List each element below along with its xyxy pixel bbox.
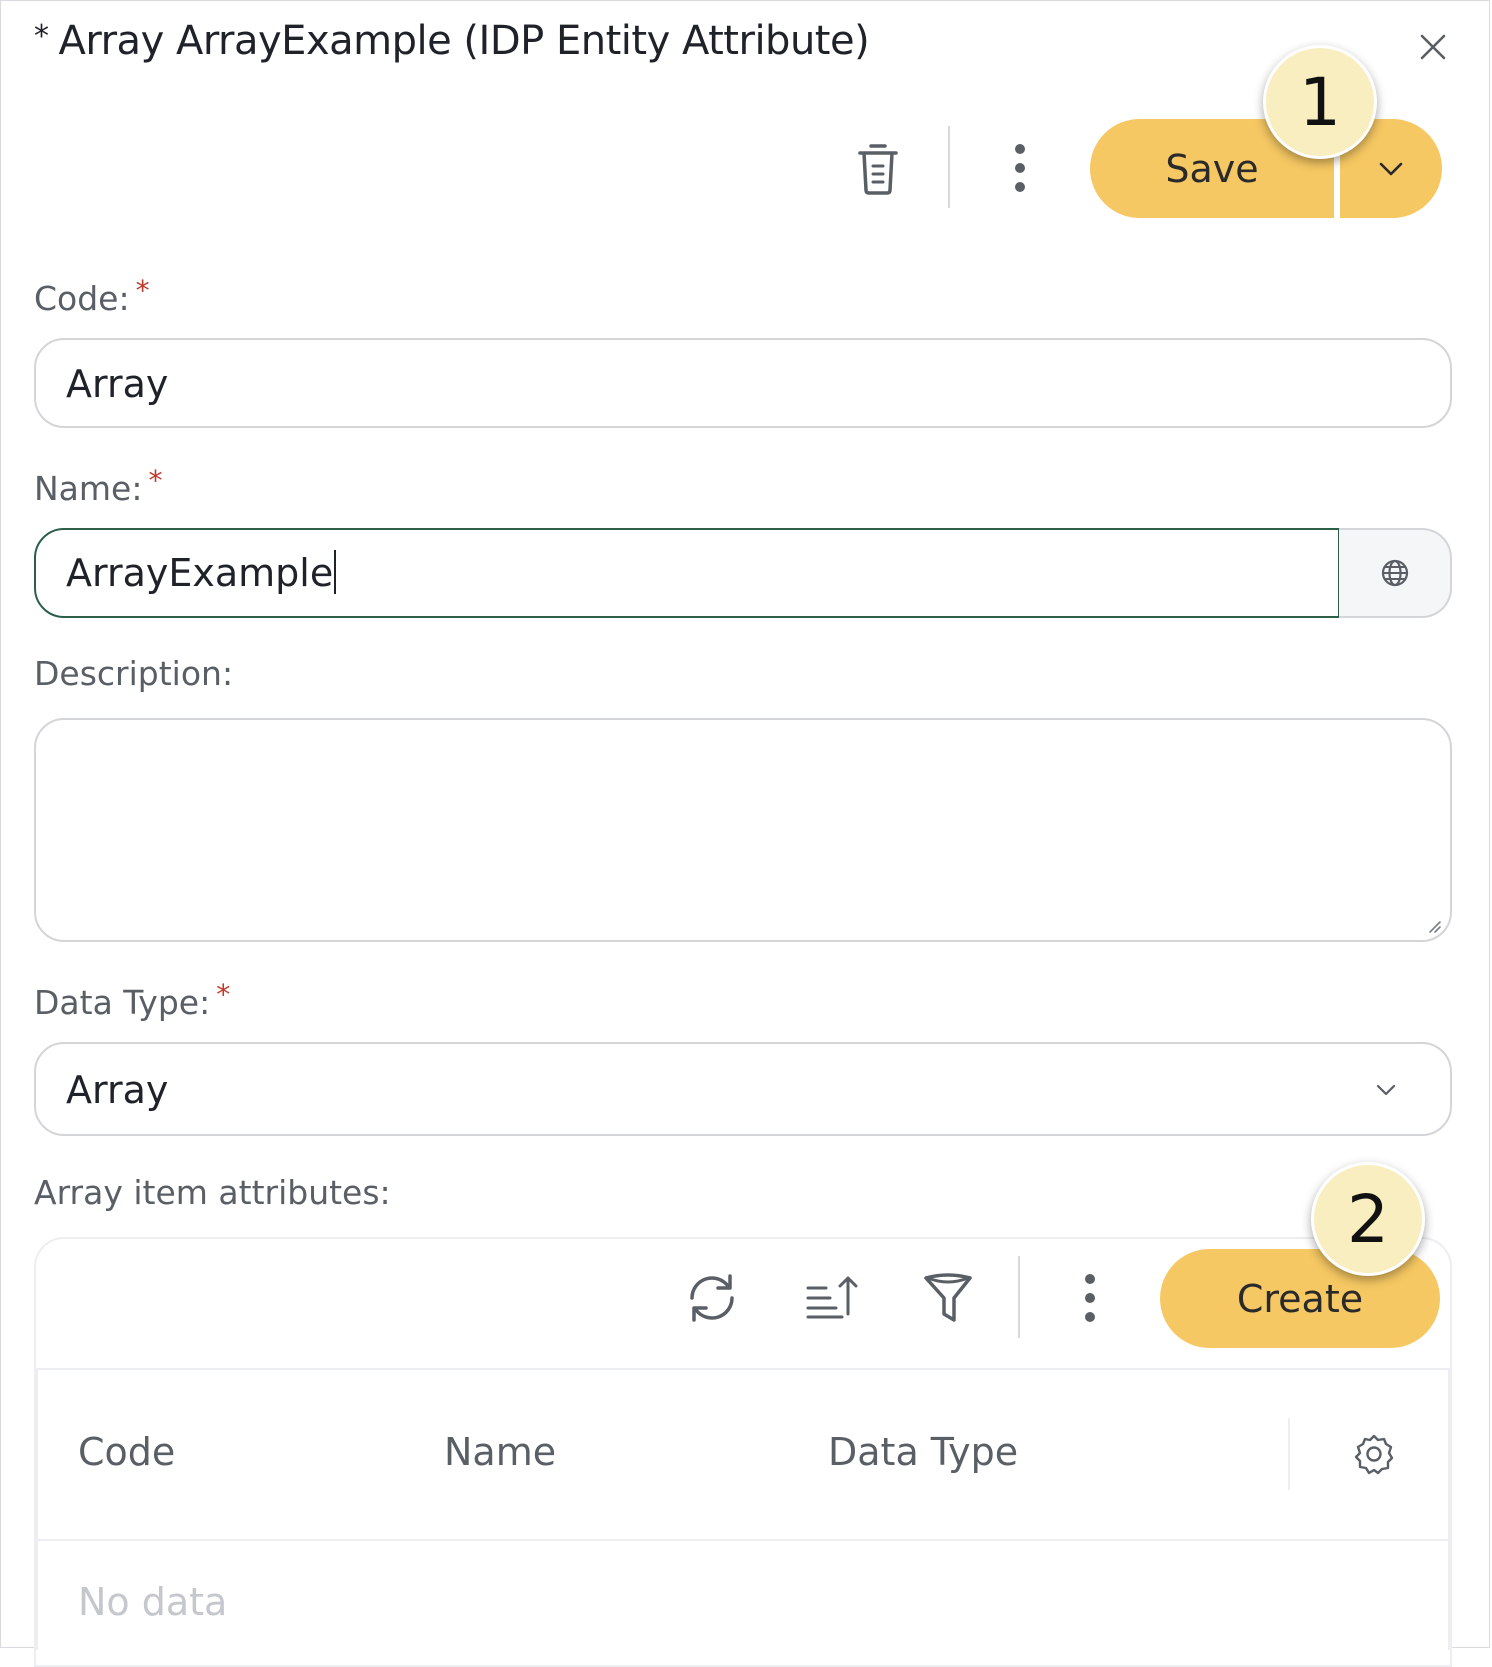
- name-field-text: ArrayExample: [66, 551, 334, 595]
- code-field[interactable]: Array: [34, 338, 1452, 428]
- globe-icon: [1381, 559, 1408, 587]
- data-type-value: Array: [66, 1068, 169, 1112]
- empty-state-text: No data: [78, 1580, 228, 1624]
- data-type-select[interactable]: Array: [34, 1042, 1452, 1136]
- unsaved-marker: *: [34, 19, 49, 54]
- table-toolbar-divider: [1018, 1256, 1020, 1338]
- sort-button[interactable]: [798, 1266, 862, 1330]
- refresh-icon: [690, 1274, 734, 1322]
- close-icon[interactable]: [1416, 30, 1450, 64]
- translations-button[interactable]: [1339, 528, 1452, 618]
- more-vertical-icon: [1015, 144, 1025, 192]
- code-label: Code: *: [34, 274, 150, 318]
- dialog-title: * Array ArrayExample (IDP Entity Attribut…: [34, 18, 870, 64]
- name-label-text: Name:: [34, 469, 143, 508]
- table-header-divider: [36, 1368, 1450, 1370]
- filter-button[interactable]: [916, 1266, 980, 1330]
- refresh-button[interactable]: [680, 1266, 744, 1330]
- column-settings-button[interactable]: [1350, 1430, 1398, 1478]
- more-vertical-icon: [1085, 1274, 1095, 1322]
- dialog-title-text: Array ArrayExample (IDP Entity Attribute…: [58, 18, 870, 64]
- chevron-down-icon: [1379, 162, 1403, 175]
- column-header-name[interactable]: Name: [444, 1430, 556, 1474]
- data-type-label: Data Type: *: [34, 978, 230, 1022]
- required-marker: *: [216, 978, 231, 1011]
- description-label: Description:: [34, 654, 234, 693]
- code-label-text: Code:: [34, 279, 130, 318]
- data-type-label-text: Data Type:: [34, 983, 211, 1022]
- table-border-left: [36, 1370, 38, 1650]
- required-marker: *: [135, 274, 150, 307]
- delete-button[interactable]: [848, 136, 908, 200]
- chevron-down-icon: [1376, 1084, 1396, 1096]
- text-cursor: [334, 550, 337, 594]
- description-textarea[interactable]: [34, 718, 1452, 942]
- filter-icon: [924, 1273, 972, 1322]
- required-marker: *: [148, 464, 163, 497]
- column-header-data-type[interactable]: Data Type: [828, 1430, 1018, 1474]
- save-button-group: Save: [1090, 119, 1442, 218]
- toolbar-divider: [948, 126, 950, 208]
- column-divider: [1288, 1418, 1290, 1490]
- table-row-divider: [38, 1539, 1448, 1541]
- callout-badge-1: 1: [1263, 45, 1377, 159]
- name-field[interactable]: ArrayExample: [34, 528, 1340, 618]
- gear-icon: [1354, 1434, 1394, 1475]
- trash-icon: [858, 144, 898, 195]
- array-items-label: Array item attributes:: [34, 1173, 391, 1212]
- code-field-value: Array: [66, 362, 169, 406]
- callout-badge-2: 2: [1311, 1162, 1425, 1276]
- table-more-actions-button[interactable]: [1060, 1266, 1120, 1330]
- table-border-right: [1448, 1370, 1450, 1650]
- name-label: Name: *: [34, 464, 162, 508]
- more-actions-button[interactable]: [990, 136, 1050, 200]
- resize-handle-icon[interactable]: [1426, 918, 1442, 934]
- sort-icon: [806, 1276, 858, 1319]
- name-field-value: ArrayExample: [66, 550, 337, 595]
- column-header-code[interactable]: Code: [78, 1430, 175, 1474]
